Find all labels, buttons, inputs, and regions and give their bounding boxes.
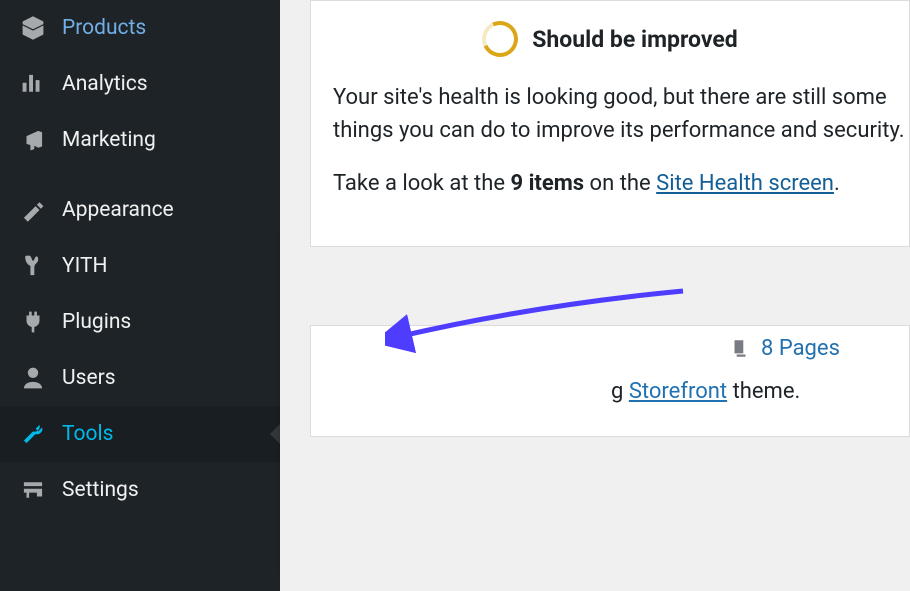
users-icon — [18, 363, 48, 393]
sidebar-item-settings[interactable]: Settings — [0, 462, 280, 518]
site-health-title: Should be improved — [532, 26, 737, 53]
appearance-icon — [18, 195, 48, 225]
marketing-icon — [18, 125, 48, 155]
theme-line: g Storefront theme. — [311, 371, 909, 412]
sidebar-item-label: Appearance — [62, 198, 262, 222]
sidebar-separator — [0, 168, 280, 182]
settings-icon — [18, 475, 48, 505]
sidebar-item-label: Settings — [62, 478, 262, 502]
products-icon — [18, 13, 48, 43]
site-health-progress-icon — [477, 16, 523, 62]
sidebar-item-plugins[interactable]: Plugins — [0, 294, 280, 350]
pages-icon — [729, 338, 751, 360]
sidebar-item-tools[interactable]: Tools — [0, 406, 280, 462]
sidebar-item-label: Users — [62, 366, 262, 390]
main-content: Should be improved Your site's health is… — [280, 0, 910, 591]
tools-icon — [18, 419, 48, 449]
plugins-icon — [18, 307, 48, 337]
sidebar-item-analytics[interactable]: Analytics — [0, 56, 280, 112]
site-health-link-line: Take a look at the 9 items on the Site H… — [333, 167, 840, 200]
yith-icon — [18, 251, 48, 281]
site-health-desc: Your site's health is looking good, but … — [333, 81, 909, 147]
sidebar-item-appearance[interactable]: Appearance — [0, 182, 280, 238]
sidebar-item-label: Products — [62, 16, 262, 40]
sidebar-item-users[interactable]: Users — [0, 350, 280, 406]
sidebar-item-products[interactable]: Products — [0, 0, 280, 56]
site-health-panel: Should be improved Your site's health is… — [310, 0, 910, 247]
sidebar-item-label: Analytics — [62, 72, 262, 96]
sidebar-item-yith[interactable]: YITH — [0, 238, 280, 294]
sidebar-item-marketing[interactable]: Marketing — [0, 112, 280, 168]
site-health-header: Should be improved — [311, 11, 909, 81]
analytics-icon — [18, 69, 48, 99]
admin-sidebar: Products Analytics Marketing Appearance … — [0, 0, 280, 591]
pages-glance-row: 8 Pages — [729, 326, 909, 371]
at-a-glance-panel: 8 Pages g Storefront theme. — [310, 325, 910, 437]
site-health-item-count: 9 items — [510, 171, 584, 196]
sidebar-item-label: Plugins — [62, 310, 262, 334]
pages-link[interactable]: 8 Pages — [761, 336, 840, 361]
sidebar-item-label: Marketing — [62, 128, 262, 152]
sidebar-item-label: Tools — [62, 422, 262, 446]
panel-gap — [310, 277, 910, 325]
sidebar-item-label: YITH — [62, 254, 262, 278]
site-health-screen-link[interactable]: Site Health screen — [656, 171, 834, 196]
theme-link[interactable]: Storefront — [629, 379, 727, 404]
